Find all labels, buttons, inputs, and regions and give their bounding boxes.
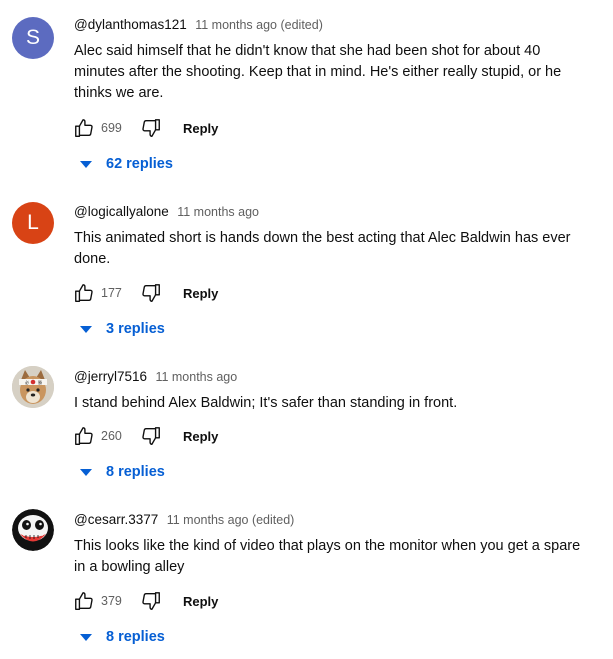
view-replies-button[interactable]: 62 replies [80, 153, 173, 175]
avatar-letter: S [25, 26, 40, 49]
comment-thread: 必 勝 @jerryl7516 11 months ago I stand be… [0, 345, 613, 488]
like-button[interactable] [70, 116, 98, 140]
skull-face-avatar [12, 509, 54, 551]
like-button[interactable] [70, 589, 98, 613]
comment-header: @dylanthomas121 11 months ago (edited) [74, 16, 323, 34]
dog-with-headband-avatar: 必 勝 [12, 366, 54, 408]
reply-button[interactable]: Reply [183, 286, 218, 301]
replies-count-label: 62 replies [106, 156, 173, 172]
comment-timestamp[interactable]: 11 months ago [177, 205, 259, 219]
thumbs-down-icon [142, 592, 160, 610]
thumbs-down-icon [142, 119, 160, 137]
avatar[interactable] [12, 509, 54, 551]
reply-button[interactable]: Reply [183, 429, 218, 444]
svg-text:必: 必 [25, 379, 29, 385]
like-count: 699 [101, 121, 122, 135]
thumbs-up-icon [75, 119, 93, 137]
dislike-button[interactable] [137, 589, 165, 613]
like-count: 379 [101, 594, 122, 608]
avatar-letter: L [27, 211, 39, 234]
comment-thread: L @logicallyalone 11 months ago This ani… [0, 180, 613, 345]
caret-down-icon [80, 325, 92, 333]
replies-count-label: 8 replies [106, 464, 165, 480]
comment-timestamp[interactable]: 11 months ago [155, 370, 237, 384]
dislike-button[interactable] [137, 424, 165, 448]
like-button[interactable] [70, 424, 98, 448]
comment-text: This looks like the kind of video that p… [74, 538, 581, 575]
like-count: 260 [101, 429, 122, 443]
comment-timestamp[interactable]: 11 months ago (edited) [195, 18, 323, 32]
comment-text: This animated short is hands down the be… [74, 230, 571, 267]
comment-actions: 379 Reply [70, 589, 218, 613]
comment-text: Alec said himself that he didn't know th… [74, 43, 562, 101]
author-name[interactable]: @dylanthomas121 [74, 17, 187, 32]
reply-button[interactable]: Reply [183, 594, 218, 609]
author-name[interactable]: @logicallyalone [74, 204, 169, 219]
comment-header: @logicallyalone 11 months ago [74, 203, 259, 221]
comment-header: @jerryl7516 11 months ago [74, 368, 237, 386]
view-replies-button[interactable]: 3 replies [80, 318, 165, 340]
replies-count-label: 8 replies [106, 629, 165, 645]
comment-actions: 260 Reply [70, 424, 218, 448]
view-replies-button[interactable]: 8 replies [80, 461, 165, 483]
caret-down-icon [80, 633, 92, 641]
thumbs-up-icon [75, 592, 93, 610]
comment-timestamp[interactable]: 11 months ago (edited) [167, 513, 295, 527]
author-name[interactable]: @cesarr.3377 [74, 512, 158, 527]
thumbs-up-icon [75, 284, 93, 302]
thumbs-down-icon [142, 284, 160, 302]
dislike-button[interactable] [137, 116, 165, 140]
avatar[interactable]: S [12, 17, 54, 59]
view-replies-button[interactable]: 8 replies [80, 626, 165, 648]
comment-actions: 699 Reply [70, 116, 218, 140]
comment-text: I stand behind Alex Baldwin; It's safer … [74, 395, 458, 411]
caret-down-icon [80, 468, 92, 476]
comment-thread: S @dylanthomas121 11 months ago (edited)… [0, 0, 613, 180]
caret-down-icon [80, 160, 92, 168]
svg-text:勝: 勝 [38, 379, 42, 385]
comment-header: @cesarr.3377 11 months ago (edited) [74, 511, 294, 529]
avatar[interactable]: 必 勝 [12, 366, 54, 408]
author-name[interactable]: @jerryl7516 [74, 369, 147, 384]
dislike-button[interactable] [137, 281, 165, 305]
avatar[interactable]: L [12, 202, 54, 244]
thumbs-up-icon [75, 427, 93, 445]
comment-thread: @cesarr.3377 11 months ago (edited) This… [0, 488, 613, 659]
like-count: 177 [101, 286, 122, 300]
replies-count-label: 3 replies [106, 321, 165, 337]
reply-button[interactable]: Reply [183, 121, 218, 136]
like-button[interactable] [70, 281, 98, 305]
comment-actions: 177 Reply [70, 281, 218, 305]
thumbs-down-icon [142, 427, 160, 445]
